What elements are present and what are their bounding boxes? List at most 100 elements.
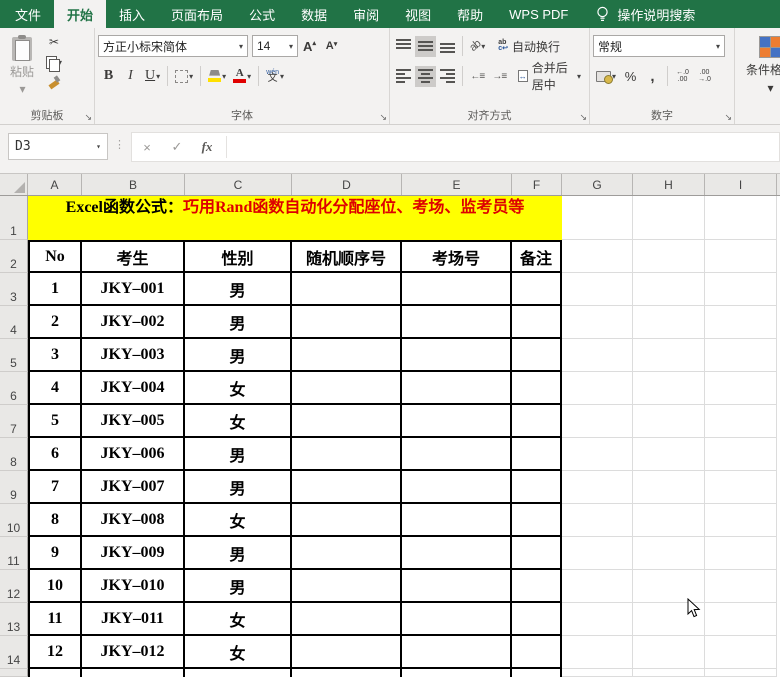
table-cell[interactable] bbox=[292, 669, 402, 677]
column-header-G[interactable]: G bbox=[562, 174, 633, 195]
table-cell[interactable]: 7 bbox=[28, 471, 82, 504]
table-cell[interactable]: 12 bbox=[28, 636, 82, 669]
empty-cell[interactable] bbox=[705, 339, 777, 372]
table-cell[interactable]: JKY–003 bbox=[82, 339, 185, 372]
column-header-A[interactable]: A bbox=[28, 174, 82, 195]
empty-cell[interactable] bbox=[562, 405, 633, 438]
tab-视图[interactable]: 视图 bbox=[392, 0, 444, 28]
empty-cell[interactable] bbox=[562, 603, 633, 636]
empty-cell[interactable] bbox=[562, 471, 633, 504]
row-header-5[interactable]: 5 bbox=[0, 339, 28, 372]
table-cell[interactable] bbox=[512, 273, 562, 306]
table-cell[interactable] bbox=[292, 273, 402, 306]
table-cell[interactable] bbox=[402, 669, 512, 677]
table-cell[interactable] bbox=[512, 306, 562, 339]
table-cell[interactable]: 1 bbox=[28, 273, 82, 306]
table-cell[interactable] bbox=[292, 537, 402, 570]
empty-cell[interactable] bbox=[633, 504, 705, 537]
copy-button[interactable]: ▾ bbox=[43, 53, 65, 71]
table-cell[interactable] bbox=[512, 570, 562, 603]
empty-cell[interactable] bbox=[633, 438, 705, 471]
table-header-cell[interactable]: 性别 bbox=[185, 240, 292, 273]
row-header-8[interactable]: 8 bbox=[0, 438, 28, 471]
column-header-F[interactable]: F bbox=[512, 174, 562, 195]
table-cell[interactable] bbox=[292, 603, 402, 636]
phonetic-guide-button[interactable]: wén文 ▾ bbox=[263, 66, 287, 87]
empty-cell[interactable] bbox=[633, 306, 705, 339]
tab-数据[interactable]: 数据 bbox=[288, 0, 340, 28]
table-cell[interactable]: JKY–011 bbox=[82, 603, 185, 636]
table-cell[interactable] bbox=[292, 339, 402, 372]
table-cell[interactable]: 8 bbox=[28, 504, 82, 537]
enter-button[interactable]: ✓ bbox=[162, 139, 192, 155]
borders-button[interactable]: ▾ bbox=[172, 66, 196, 87]
table-cell[interactable]: JKY–002 bbox=[82, 306, 185, 339]
table-cell[interactable]: JKY–009 bbox=[82, 537, 185, 570]
table-cell[interactable]: 女 bbox=[185, 504, 292, 537]
empty-cell[interactable] bbox=[562, 240, 633, 273]
empty-cell[interactable] bbox=[633, 636, 705, 669]
table-cell[interactable] bbox=[402, 504, 512, 537]
number-format-combobox[interactable]: 常规 ▾ bbox=[593, 35, 725, 57]
table-cell[interactable] bbox=[292, 372, 402, 405]
table-cell[interactable]: JKY–001 bbox=[82, 273, 185, 306]
italic-button[interactable]: I bbox=[120, 66, 141, 87]
conditional-formatting-button[interactable]: 条件格式 ▾ bbox=[738, 33, 780, 95]
tab-插入[interactable]: 插入 bbox=[106, 0, 158, 28]
column-header-H[interactable]: H bbox=[633, 174, 705, 195]
tab-帮助[interactable]: 帮助 bbox=[444, 0, 496, 28]
table-cell[interactable] bbox=[402, 372, 512, 405]
table-cell[interactable] bbox=[185, 669, 292, 677]
table-cell[interactable]: JKY–005 bbox=[82, 405, 185, 438]
table-cell[interactable]: 3 bbox=[28, 339, 82, 372]
table-cell[interactable] bbox=[512, 537, 562, 570]
empty-cell[interactable] bbox=[705, 570, 777, 603]
table-cell[interactable] bbox=[292, 438, 402, 471]
table-cell[interactable] bbox=[402, 636, 512, 669]
top-align-button[interactable] bbox=[393, 36, 414, 57]
formula-input[interactable] bbox=[231, 133, 779, 161]
empty-cell[interactable] bbox=[562, 636, 633, 669]
cancel-button[interactable]: × bbox=[132, 140, 162, 155]
row-header-6[interactable]: 6 bbox=[0, 372, 28, 405]
empty-cell[interactable] bbox=[633, 405, 705, 438]
underline-button[interactable]: U▾ bbox=[142, 66, 163, 87]
empty-cell[interactable] bbox=[562, 339, 633, 372]
table-cell[interactable] bbox=[512, 504, 562, 537]
row-header-14[interactable]: 14 bbox=[0, 636, 28, 669]
table-cell[interactable]: 10 bbox=[28, 570, 82, 603]
table-cell[interactable]: JKY–007 bbox=[82, 471, 185, 504]
grow-font-button[interactable]: A bbox=[299, 36, 320, 57]
table-cell[interactable] bbox=[512, 405, 562, 438]
row-header[interactable] bbox=[0, 669, 28, 677]
increase-decimal-button[interactable]: ←.0.00 bbox=[672, 66, 693, 87]
table-cell[interactable] bbox=[512, 471, 562, 504]
align-left-button[interactable] bbox=[393, 66, 414, 87]
empty-cell[interactable] bbox=[705, 504, 777, 537]
insert-function-button[interactable]: fx bbox=[192, 139, 222, 155]
table-cell[interactable]: JKY–006 bbox=[82, 438, 185, 471]
table-cell[interactable] bbox=[292, 504, 402, 537]
empty-cell[interactable] bbox=[633, 196, 705, 240]
table-cell[interactable]: 男 bbox=[185, 471, 292, 504]
row-header-9[interactable]: 9 bbox=[0, 471, 28, 504]
middle-align-button[interactable] bbox=[415, 36, 436, 57]
font-color-button[interactable]: A ▾ bbox=[230, 66, 254, 87]
shrink-font-button[interactable]: A bbox=[321, 36, 342, 57]
table-cell[interactable] bbox=[402, 273, 512, 306]
select-all-button[interactable] bbox=[0, 174, 28, 195]
bold-button[interactable]: B bbox=[98, 66, 119, 87]
title-cell[interactable]: Excel函数公式：巧用Rand函数自动化分配座位、考场、监考员等 bbox=[28, 196, 562, 240]
tab-开始[interactable]: 开始 bbox=[54, 0, 106, 28]
table-cell[interactable]: 女 bbox=[185, 603, 292, 636]
tab-页面布局[interactable]: 页面布局 bbox=[158, 0, 236, 28]
empty-cell[interactable] bbox=[562, 372, 633, 405]
font-size-combobox[interactable]: 14 ▾ bbox=[252, 35, 298, 57]
table-cell[interactable]: 男 bbox=[185, 570, 292, 603]
row-header-3[interactable]: 3 bbox=[0, 273, 28, 306]
empty-cell[interactable] bbox=[705, 603, 777, 636]
tab-WPS PDF[interactable]: WPS PDF bbox=[496, 0, 581, 28]
table-cell[interactable] bbox=[512, 438, 562, 471]
align-right-button[interactable] bbox=[437, 66, 458, 87]
name-box[interactable]: D3 ▾ bbox=[8, 133, 108, 160]
